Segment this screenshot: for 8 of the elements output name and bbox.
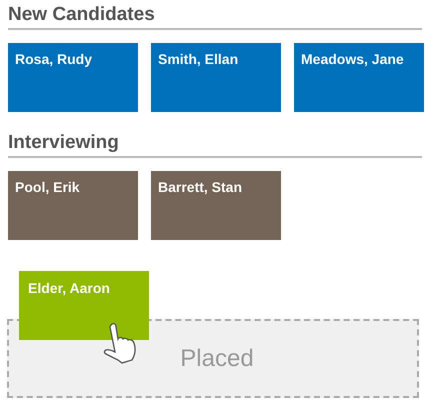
candidate-card[interactable]: Smith, Ellan <box>151 43 281 112</box>
candidate-card[interactable]: Meadows, Jane <box>294 43 424 112</box>
candidate-card[interactable]: Rosa, Rudy <box>8 43 138 112</box>
candidate-card[interactable]: Pool, Erik <box>8 171 138 240</box>
section-heading: Interviewing <box>8 132 119 154</box>
candidate-card[interactable]: Barrett, Stan <box>151 171 281 240</box>
drop-zone-label: Placed <box>179 344 254 372</box>
section-heading: New Candidates <box>8 4 155 26</box>
